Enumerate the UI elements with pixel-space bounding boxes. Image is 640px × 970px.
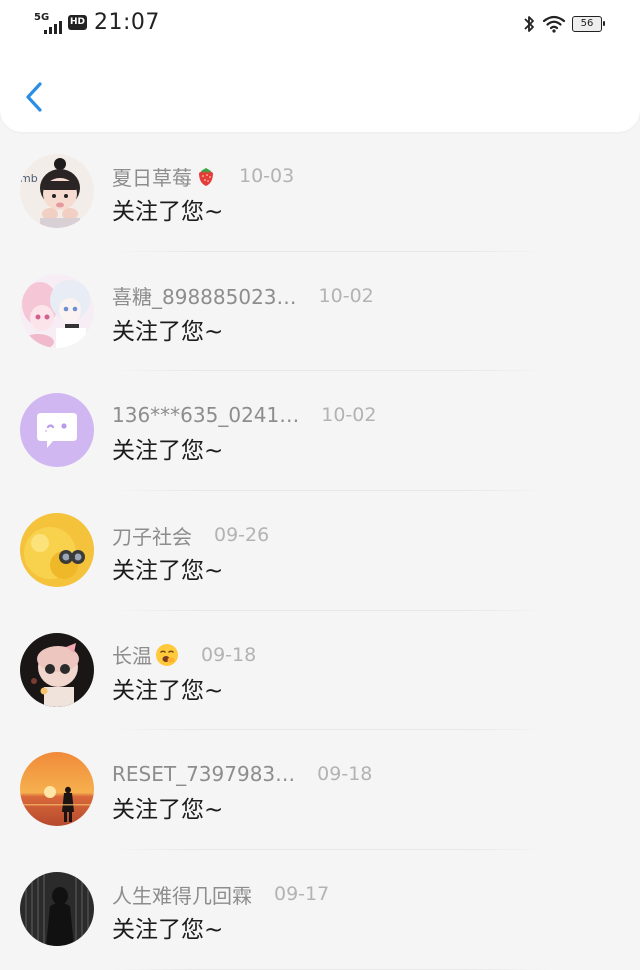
status-bar: 5G HD 21:07 56: [0, 0, 640, 48]
message-text: 关注了您~: [112, 318, 224, 345]
user-name[interactable]: 刀子社会: [112, 521, 192, 550]
date: 09-18: [317, 763, 373, 786]
list-item[interactable]: mb 夏日草莓 10-03 关注了您~: [0, 132, 640, 252]
date: 09-18: [201, 643, 257, 666]
name-row: RESET_7397983… 09-18: [112, 760, 372, 788]
wifi-icon: [542, 15, 566, 33]
svg-text:mb: mb: [20, 172, 38, 185]
bluetooth-icon: [524, 16, 534, 32]
list-item[interactable]: 喜糖_898885023… 10-02 关注了您~: [0, 252, 640, 372]
signal-icon: [44, 20, 62, 34]
user-name[interactable]: 喜糖_898885023…: [112, 281, 297, 310]
name-row: 136***635_0241… 10-02: [112, 401, 376, 429]
user-name[interactable]: 136***635_0241…: [112, 403, 299, 427]
avatar[interactable]: [20, 273, 94, 348]
message-text: 关注了您~: [112, 199, 224, 225]
list-item[interactable]: 长温 09-18 关注了您~: [0, 611, 640, 731]
date: 09-26: [214, 524, 270, 547]
date: 10-02: [318, 284, 374, 307]
user-name[interactable]: RESET_7397983…: [112, 762, 295, 786]
avatar[interactable]: [20, 393, 94, 468]
message-text: 关注了您~: [112, 677, 224, 704]
back-button[interactable]: [20, 78, 50, 116]
notification-list: mb 夏日草莓 10-03 关注了您~ 喜糖_898885023… 10-02 …: [0, 132, 640, 970]
avatar[interactable]: mb: [20, 154, 94, 228]
hd-badge: HD: [68, 15, 87, 30]
message-text: 关注了您~: [112, 797, 224, 824]
name-row: 刀子社会 09-26: [112, 521, 269, 549]
list-item[interactable]: RESET_7397983… 09-18 关注了您~: [0, 730, 640, 851]
avatar[interactable]: [20, 872, 94, 947]
user-name[interactable]: 夏日草莓: [112, 162, 192, 191]
yawning-face-icon: [156, 643, 178, 666]
battery-icon: 56: [572, 16, 605, 32]
list-item[interactable]: 人生难得几回霖 09-17 关注了您~: [0, 850, 640, 970]
strawberry-icon: [199, 168, 213, 186]
user-name[interactable]: 长温: [112, 640, 152, 669]
date: 09-17: [274, 883, 330, 906]
name-row: 长温 09-18: [112, 641, 256, 669]
chevron-left-icon: [26, 82, 42, 112]
user-name[interactable]: 人生难得几回霖: [112, 880, 252, 909]
avatar[interactable]: [20, 513, 94, 588]
date: 10-03: [239, 165, 295, 187]
message-text: 关注了您~: [112, 438, 224, 465]
clock: 21:07: [94, 10, 160, 35]
list-item[interactable]: 刀子社会 09-26 关注了您~: [0, 491, 640, 611]
list-item[interactable]: 136***635_0241… 10-02 关注了您~: [0, 371, 640, 492]
name-row: 夏日草莓 10-03: [112, 162, 294, 190]
date: 10-02: [321, 404, 377, 427]
avatar[interactable]: [20, 632, 94, 707]
message-text: 关注了您~: [112, 558, 224, 585]
avatar[interactable]: [20, 752, 94, 827]
name-row: 人生难得几回霖 09-17: [112, 880, 329, 908]
message-text: 关注了您~: [112, 917, 224, 944]
name-row: 喜糖_898885023… 10-02: [112, 282, 374, 310]
top-bar: 5G HD 21:07 56: [0, 0, 640, 132]
